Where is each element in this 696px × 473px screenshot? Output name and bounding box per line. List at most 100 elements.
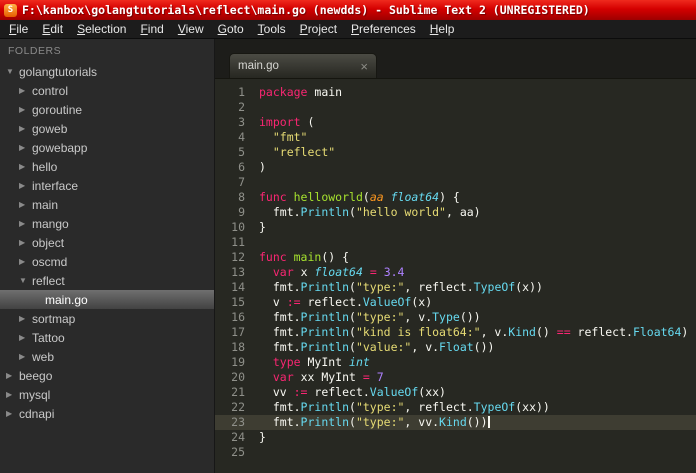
chevron-down-icon[interactable]: ▼: [6, 67, 19, 76]
code-line-23[interactable]: 23 fmt.Println("type:", vv.Kind()): [215, 415, 696, 430]
folders-header: FOLDERS: [8, 45, 62, 57]
folder-item-golangtutorials[interactable]: ▼ golangtutorials: [0, 62, 214, 81]
tab-close-icon[interactable]: ×: [360, 60, 368, 73]
code-line-12[interactable]: 12 func main() {: [215, 250, 696, 265]
code-line-13[interactable]: 13 var x float64 = 3.4: [215, 265, 696, 280]
folder-item-mango[interactable]: ▶ mango: [0, 214, 214, 233]
code-text: func helloworld(aa float64) {: [259, 190, 460, 204]
menu-project[interactable]: Project: [293, 20, 344, 38]
code-line-6[interactable]: 6): [215, 160, 696, 175]
code-line-22[interactable]: 22 fmt.Println("type:", reflect.TypeOf(x…: [215, 400, 696, 415]
folder-item-beego[interactable]: ▶ beego: [0, 366, 214, 385]
code-line-14[interactable]: 14 fmt.Println("type:", reflect.TypeOf(x…: [215, 280, 696, 295]
folder-item-interface[interactable]: ▶ interface: [0, 176, 214, 195]
chevron-right-icon[interactable]: ▶: [6, 390, 19, 399]
chevron-right-icon[interactable]: ▶: [19, 333, 32, 342]
code-line-18[interactable]: 18 fmt.Println("value:", v.Float()): [215, 340, 696, 355]
tree-item-label: goweb: [32, 121, 68, 136]
menu-preferences[interactable]: Preferences: [344, 20, 423, 38]
chevron-right-icon[interactable]: ▶: [19, 124, 32, 133]
line-number: 8: [238, 190, 245, 204]
chevron-right-icon[interactable]: ▶: [19, 181, 32, 190]
code-text: }: [259, 220, 266, 234]
folder-item-gowebapp[interactable]: ▶ gowebapp: [0, 138, 214, 157]
menu-file[interactable]: File: [2, 20, 35, 38]
menu-selection[interactable]: Selection: [70, 20, 133, 38]
folder-item-main[interactable]: ▶ main: [0, 195, 214, 214]
line-number: 5: [238, 145, 245, 159]
folder-item-hello[interactable]: ▶ hello: [0, 157, 214, 176]
folder-item-object[interactable]: ▶ object: [0, 233, 214, 252]
code-line-10[interactable]: 10}: [215, 220, 696, 235]
chevron-right-icon[interactable]: ▶: [19, 143, 32, 152]
sublime-window: S F:\kanbox\golangtutorials\reflect\main…: [0, 0, 696, 473]
chevron-down-icon[interactable]: ▼: [19, 276, 32, 285]
folder-item-goweb[interactable]: ▶ goweb: [0, 119, 214, 138]
line-number: 23: [231, 415, 245, 429]
tree-item-label: beego: [19, 368, 53, 383]
folder-item-mysql[interactable]: ▶ mysql: [0, 385, 214, 404]
title-bar[interactable]: S F:\kanbox\golangtutorials\reflect\main…: [0, 0, 696, 20]
code-text: type MyInt int: [272, 355, 370, 369]
folder-item-Tattoo[interactable]: ▶ Tattoo: [0, 328, 214, 347]
file-item-main.go[interactable]: main.go: [0, 290, 214, 309]
folder-item-goroutine[interactable]: ▶ goroutine: [0, 100, 214, 119]
code-line-8[interactable]: 8 func helloworld(aa float64) {: [215, 190, 696, 205]
chevron-right-icon[interactable]: ▶: [19, 200, 32, 209]
menu-tools[interactable]: Tools: [251, 20, 293, 38]
code-line-24[interactable]: 24}: [215, 430, 696, 445]
tab-main.go[interactable]: main.go ×: [229, 53, 377, 78]
code-line-19[interactable]: 19 type MyInt int: [215, 355, 696, 370]
chevron-right-icon[interactable]: ▶: [19, 219, 32, 228]
code-line-17[interactable]: 17 fmt.Println("kind is float64:", v.Kin…: [215, 325, 696, 340]
code-line-20[interactable]: 20 var xx MyInt = 7: [215, 370, 696, 385]
folder-item-reflect[interactable]: ▼ reflect: [0, 271, 214, 290]
code-line-7[interactable]: 7: [215, 175, 696, 190]
code-line-3[interactable]: 3 import (: [215, 115, 696, 130]
line-number: 13: [231, 265, 245, 279]
folder-item-web[interactable]: ▶ web: [0, 347, 214, 366]
tree-item-label: oscmd: [32, 254, 68, 269]
folder-tree: ▼ golangtutorials ▶ control ▶ goroutine ▶ goweb…: [0, 62, 214, 423]
chevron-right-icon[interactable]: ▶: [19, 257, 32, 266]
line-number: 25: [231, 445, 245, 459]
menu-help[interactable]: Help: [423, 20, 462, 38]
code-text: fmt.Println("type:", vv.Kind()): [259, 415, 490, 429]
menu-find[interactable]: Find: [133, 20, 170, 38]
code-editor[interactable]: 1 package main 2 3 import (4 "fmt" 5 "reflect…: [215, 79, 696, 473]
folder-item-sortmap[interactable]: ▶ sortmap: [0, 309, 214, 328]
chevron-right-icon[interactable]: ▶: [19, 86, 32, 95]
app-icon: S: [4, 3, 17, 17]
chevron-right-icon[interactable]: ▶: [6, 371, 19, 380]
code-line-4[interactable]: 4 "fmt": [215, 130, 696, 145]
chevron-right-icon[interactable]: ▶: [19, 162, 32, 171]
tree-item-label: golangtutorials: [19, 64, 98, 79]
tree-item-label: sortmap: [32, 311, 76, 326]
chevron-right-icon[interactable]: ▶: [19, 352, 32, 361]
code-line-9[interactable]: 9 fmt.Println("hello world", aa): [215, 205, 696, 220]
menu-goto[interactable]: Goto: [211, 20, 251, 38]
line-number: 22: [231, 400, 245, 414]
chevron-right-icon[interactable]: ▶: [19, 238, 32, 247]
chevron-right-icon[interactable]: ▶: [19, 314, 32, 323]
folder-item-oscmd[interactable]: ▶ oscmd: [0, 252, 214, 271]
folder-item-control[interactable]: ▶ control: [0, 81, 214, 100]
code-line-2[interactable]: 2: [215, 100, 696, 115]
chevron-right-icon[interactable]: ▶: [19, 105, 32, 114]
line-number: 6: [238, 160, 245, 174]
chevron-right-icon[interactable]: ▶: [6, 409, 19, 418]
code-line-25[interactable]: 25: [215, 445, 696, 460]
line-number: 20: [231, 370, 245, 384]
folder-item-cdnapi[interactable]: ▶ cdnapi: [0, 404, 214, 423]
menu-view[interactable]: View: [171, 20, 211, 38]
code-line-1[interactable]: 1 package main: [215, 85, 696, 100]
code-text: ): [259, 160, 266, 174]
tree-item-label: object: [32, 235, 65, 250]
menu-edit[interactable]: Edit: [35, 20, 70, 38]
code-line-16[interactable]: 16 fmt.Println("type:", v.Type()): [215, 310, 696, 325]
code-line-5[interactable]: 5 "reflect": [215, 145, 696, 160]
code-line-11[interactable]: 11: [215, 235, 696, 250]
code-line-15[interactable]: 15 v := reflect.ValueOf(x): [215, 295, 696, 310]
code-line-21[interactable]: 21 vv := reflect.ValueOf(xx): [215, 385, 696, 400]
